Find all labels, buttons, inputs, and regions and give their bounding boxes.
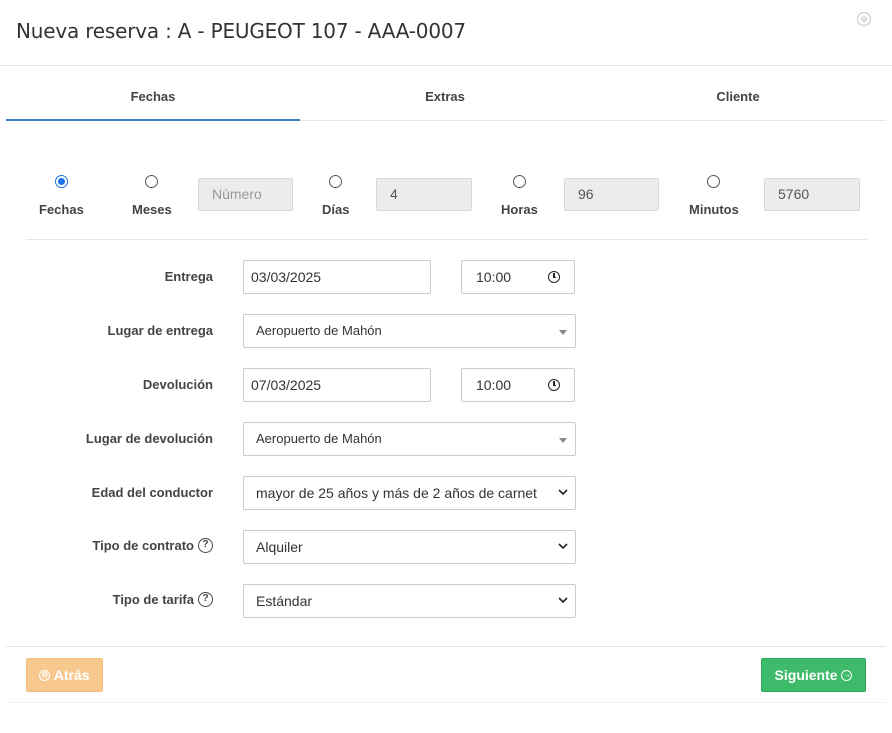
modal-footer: ⊖ Atrás Siguiente → <box>6 646 886 703</box>
chevron-down-icon <box>558 543 568 550</box>
radio-meses-button[interactable] <box>145 175 159 188</box>
minutos-input[interactable]: 5760 <box>764 178 860 211</box>
entrega-time-input[interactable]: 10:00 <box>461 260 575 294</box>
entrega-date-input[interactable]: 03/03/2025 <box>243 260 431 294</box>
edad-label: Edad del conductor <box>91 485 213 500</box>
caret-down-icon <box>559 438 567 443</box>
tab-fechas[interactable]: Fechas <box>6 76 300 121</box>
back-button-label: Atrás <box>53 667 90 683</box>
lugar-entrega-value: Aeropuerto de Mahón <box>256 323 382 338</box>
tab-cliente[interactable]: Cliente <box>590 76 886 121</box>
close-icon[interactable]: ⊗ <box>857 12 871 26</box>
tab-bar: Fechas Extras Cliente <box>6 76 886 121</box>
radio-dias-label: Días <box>322 202 350 217</box>
radio-minutos[interactable]: Minutos <box>689 170 739 217</box>
radio-meses[interactable]: Meses <box>132 170 172 217</box>
help-icon[interactable]: ? <box>198 592 213 607</box>
radio-dias[interactable]: Días <box>322 170 349 217</box>
arrow-left-circle-icon: ⊖ <box>39 669 51 681</box>
lugar-entrega-label: Lugar de entrega <box>107 323 213 338</box>
meses-input[interactable]: Número <box>198 178 293 211</box>
radio-horas-label: Horas <box>501 202 538 217</box>
entrega-label: Entrega <box>164 269 213 284</box>
tarifa-label: Tipo de tarifa <box>112 592 194 607</box>
radio-minutos-button[interactable] <box>707 175 721 188</box>
dias-input[interactable]: 4 <box>376 178 472 211</box>
lugar-devolucion-value: Aeropuerto de Mahón <box>256 431 382 446</box>
radio-minutos-label: Minutos <box>689 202 739 217</box>
horas-input[interactable]: 96 <box>564 178 659 211</box>
chevron-down-icon <box>558 597 568 604</box>
caret-down-icon <box>559 330 567 335</box>
edad-value: mayor de 25 años y más de 2 años de carn… <box>256 485 537 501</box>
devolucion-label: Devolución <box>142 377 213 392</box>
devolucion-time-input[interactable]: 10:00 <box>461 368 575 402</box>
arrow-right-circle-icon: → <box>841 669 853 681</box>
radio-dias-button[interactable] <box>329 175 343 188</box>
help-icon[interactable]: ? <box>198 538 213 553</box>
modal-header: Nueva reserva : A - PEUGEOT 107 - AAA-00… <box>0 0 892 66</box>
lugar-entrega-select[interactable]: Aeropuerto de Mahón <box>243 314 576 348</box>
entrega-time-value: 10:00 <box>476 269 512 285</box>
clock-icon[interactable] <box>548 379 560 391</box>
contrato-value: Alquiler <box>256 539 303 555</box>
radio-horas-button[interactable] <box>512 175 526 188</box>
lugar-devolucion-label: Lugar de devolución <box>85 431 213 446</box>
radio-fechas[interactable]: Fechas <box>39 170 84 217</box>
devolucion-date-input[interactable]: 07/03/2025 <box>243 368 431 402</box>
edad-select[interactable]: mayor de 25 años y más de 2 años de carn… <box>243 476 576 510</box>
clock-icon[interactable] <box>548 271 560 283</box>
tab-extras[interactable]: Extras <box>300 76 590 121</box>
next-button[interactable]: Siguiente → <box>761 658 866 692</box>
contrato-label: Tipo de contrato <box>92 538 194 553</box>
contrato-label-wrap: Tipo de contrato ? <box>92 538 213 553</box>
next-button-label: Siguiente <box>774 667 838 683</box>
chevron-down-icon <box>558 489 568 496</box>
tarifa-value: Estándar <box>256 593 313 609</box>
lugar-devolucion-select[interactable]: Aeropuerto de Mahón <box>243 422 576 456</box>
tarifa-label-wrap: Tipo de tarifa ? <box>113 592 213 607</box>
radio-meses-label: Meses <box>132 202 172 217</box>
radio-horas[interactable]: Horas <box>501 170 538 217</box>
modal-title: Nueva reserva : A - PEUGEOT 107 - AAA-00… <box>16 19 466 43</box>
duration-selector: Fechas Meses Número Días 4 Horas 96 Minu… <box>26 170 867 240</box>
tarifa-select[interactable]: Estándar <box>243 584 576 618</box>
devolucion-time-value: 10:00 <box>476 377 512 393</box>
radio-fechas-label: Fechas <box>39 202 84 217</box>
radio-fechas-button[interactable] <box>54 175 68 188</box>
contrato-select[interactable]: Alquiler <box>243 530 576 564</box>
back-button[interactable]: ⊖ Atrás <box>26 658 103 692</box>
